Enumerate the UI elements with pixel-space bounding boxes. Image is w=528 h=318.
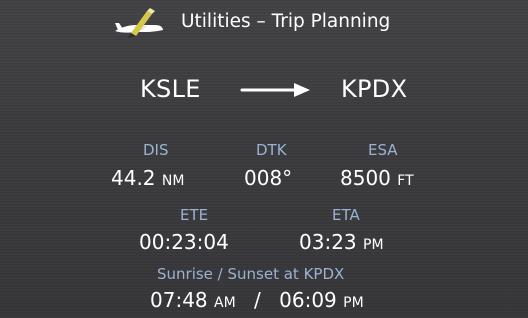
esa-unit: FT	[397, 173, 414, 189]
dis-unit: NM	[161, 173, 185, 189]
sunset-suffix: PM	[343, 295, 364, 311]
ete-label: ETE	[180, 206, 209, 224]
ete-value: 00:23:04	[139, 230, 229, 254]
right-arrow-icon	[240, 83, 310, 97]
eta-label: ETA	[332, 206, 360, 224]
destination-airport: KPDX	[341, 75, 408, 103]
sunrise-sunset-values: 07:48 AM / 06:09 PM	[150, 288, 364, 316]
dtk-value: 008°	[244, 166, 293, 190]
sunrise-time: 07:48	[150, 288, 208, 312]
eta-value: 03:23	[299, 230, 357, 254]
esa-value-group: 8500 FT	[340, 166, 414, 194]
dtk-label: DTK	[256, 141, 287, 159]
page-title: Utilities – Trip Planning	[181, 11, 391, 32]
trip-planning-screen: Utilities – Trip Planning KSLE KPDX DIS …	[0, 0, 528, 318]
dis-label: DIS	[143, 141, 169, 159]
sunrise-sunset-label: Sunrise / Sunset at KPDX	[157, 265, 345, 283]
sunset-time: 06:09	[279, 288, 337, 312]
title-bar: Utilities – Trip Planning	[0, 0, 528, 48]
esa-value: 8500	[340, 166, 391, 190]
dis-value-group: 44.2 NM	[111, 166, 184, 194]
esa-label: ESA	[368, 141, 398, 159]
eta-suffix: PM	[363, 237, 384, 253]
sunrise-suffix: AM	[214, 295, 236, 311]
departure-airport: KSLE	[140, 75, 201, 103]
time-separator: /	[254, 288, 261, 312]
airplane-pencil-icon	[115, 8, 163, 38]
eta-value-group: 03:23 PM	[299, 230, 384, 258]
dis-value: 44.2	[111, 166, 156, 190]
